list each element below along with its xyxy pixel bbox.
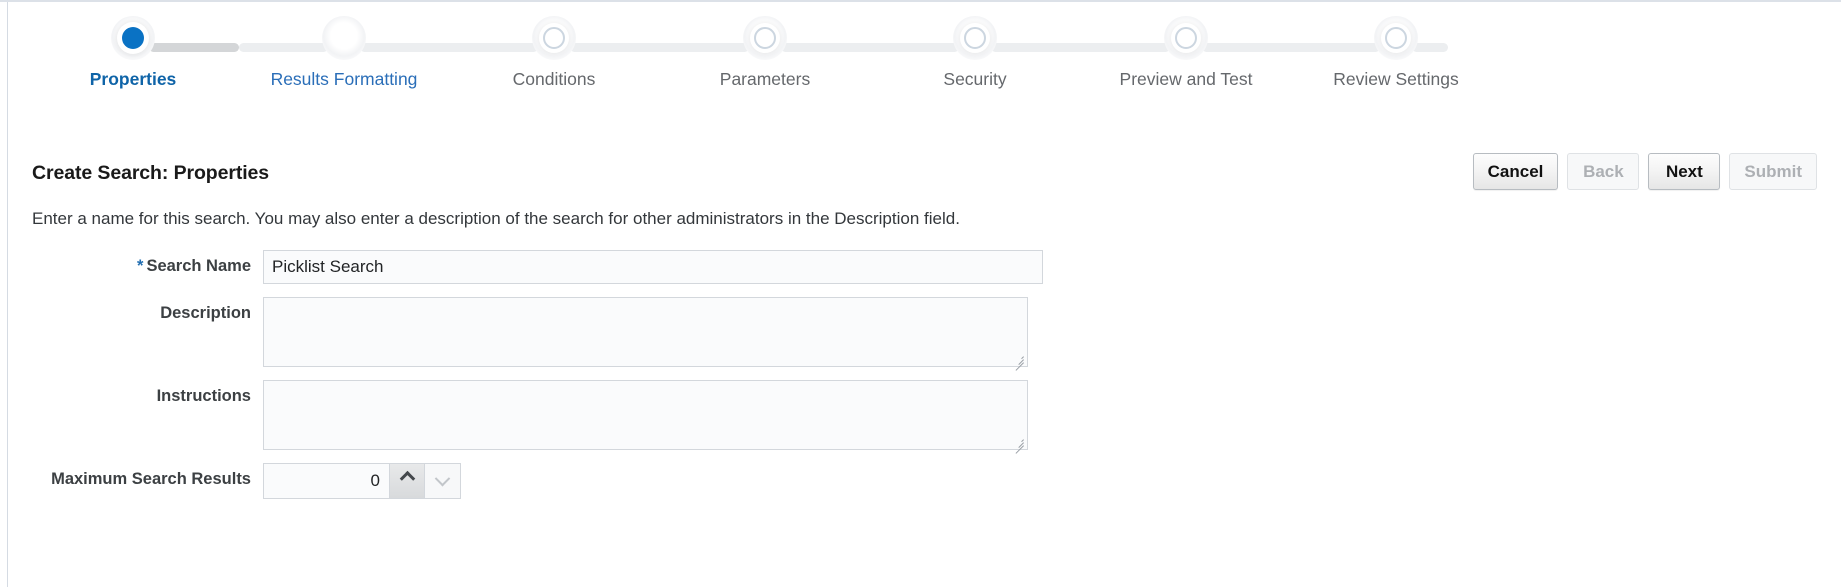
train-step-results-formatting[interactable]: Results Formatting [254, 16, 434, 90]
maximum-search-results-label: Maximum Search Results [51, 470, 251, 488]
submit-button: Submit [1729, 153, 1817, 190]
instructions-label: Instructions [156, 387, 251, 405]
train-step-node-icon[interactable] [953, 16, 997, 60]
field-row-description: Description [8, 297, 1108, 371]
train-step-label[interactable]: Review Settings [1306, 68, 1486, 90]
content-frame: Properties Results Formatting Conditions Pa… [7, 2, 1841, 587]
train-step-security[interactable]: Security [885, 16, 1065, 90]
page-header: Create Search: Properties Cancel Back Next… [32, 153, 1817, 202]
wizard-button-bar: Cancel Back Next Submit [1472, 153, 1817, 190]
resize-grip-icon[interactable] [1012, 435, 1025, 454]
page-instruction-text: Enter a name for this search. You may al… [32, 209, 960, 228]
train-step-node-icon[interactable] [532, 16, 576, 60]
train-node-dot [754, 27, 776, 49]
train-step-label[interactable]: Preview and Test [1096, 68, 1276, 90]
description-label: Description [160, 304, 251, 322]
train-node-halo [322, 16, 366, 60]
resize-grip-icon[interactable] [1012, 352, 1025, 371]
train-step-conditions[interactable]: Conditions [464, 16, 644, 90]
train-step-node-icon[interactable] [1374, 16, 1418, 60]
train-step-node-icon[interactable] [1164, 16, 1208, 60]
back-button: Back [1567, 153, 1640, 190]
train-node-dot [543, 27, 565, 49]
train-step-properties[interactable]: Properties [43, 16, 223, 90]
train-step-label[interactable]: Conditions [464, 68, 644, 90]
cancel-button[interactable]: Cancel [1472, 153, 1559, 190]
train-step-parameters[interactable]: Parameters [675, 16, 855, 90]
train-step-label[interactable]: Results Formatting [254, 68, 434, 90]
train-step-preview-and-test[interactable]: Preview and Test [1096, 16, 1276, 90]
train-step-label[interactable]: Properties [43, 68, 223, 90]
field-row-instructions: Instructions [8, 380, 1108, 454]
next-button[interactable]: Next [1648, 153, 1721, 190]
train-step-label[interactable]: Security [885, 68, 1065, 90]
wizard-page: Properties Results Formatting Conditions Pa… [0, 0, 1841, 587]
instructions-textarea[interactable] [263, 380, 1028, 454]
train-node-dot [1385, 27, 1407, 49]
chevron-down-icon[interactable] [425, 463, 461, 499]
train-step-label[interactable]: Parameters [675, 68, 855, 90]
wizard-train: Properties Results Formatting Conditions Pa… [8, 16, 1459, 96]
chevron-up-icon[interactable] [389, 463, 425, 499]
field-row-maximum-search-results: Maximum Search Results [8, 463, 1108, 499]
train-step-node-icon[interactable] [111, 16, 155, 60]
properties-form: *Search Name Description Instructions [8, 250, 1108, 512]
field-row-search-name: * Search Name [8, 250, 1108, 284]
description-textarea[interactable] [263, 297, 1028, 371]
search-name-input[interactable] [263, 250, 1043, 284]
train-node-dot [1175, 27, 1197, 49]
maximum-search-results-stepper[interactable] [263, 463, 461, 499]
train-node-dot [122, 27, 144, 49]
search-name-label: * Search Name [8, 250, 263, 276]
page-title: Create Search: Properties [32, 162, 270, 184]
train-node-dot [964, 27, 986, 49]
search-name-label-text: Search Name [146, 257, 251, 275]
required-indicator-icon: * [137, 257, 144, 275]
train-step-node-icon[interactable] [743, 16, 787, 60]
train-step-review-settings[interactable]: Review Settings [1306, 16, 1486, 90]
maximum-search-results-input[interactable] [263, 463, 389, 499]
train-step-node-icon[interactable] [322, 16, 366, 60]
